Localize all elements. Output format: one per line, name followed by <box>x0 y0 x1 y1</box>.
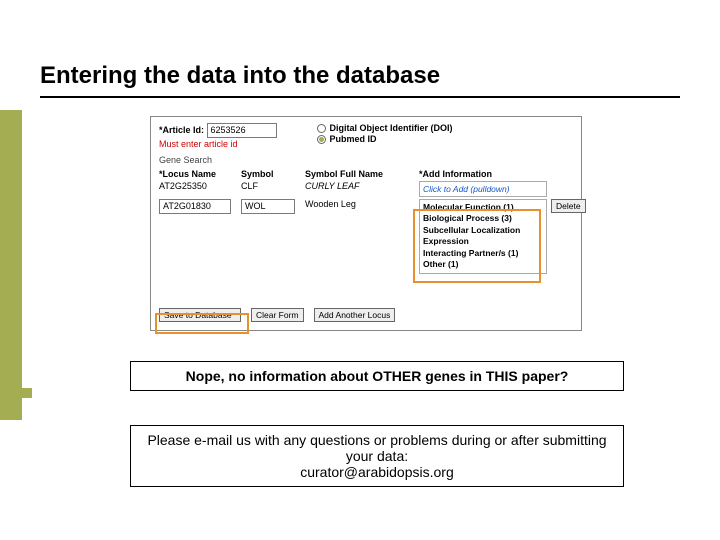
col-locus: *Locus Name <box>159 169 237 179</box>
info-ex[interactable]: Expression <box>423 236 543 247</box>
locus-value: AT2G25350 <box>159 181 237 191</box>
col-addinfo: *Add Information <box>419 169 547 179</box>
gene-search-label: Gene Search <box>159 155 573 165</box>
info-bp[interactable]: Biological Process (3) <box>423 213 543 224</box>
locus-input[interactable]: AT2G01830 <box>159 199 231 214</box>
note-box-2: Please e-mail us with any questions or p… <box>130 425 624 487</box>
info-sl[interactable]: Subcellular Localization <box>423 225 543 236</box>
note-box-1: Nope, no information about OTHER genes i… <box>130 361 624 391</box>
col-symbol: Symbol <box>241 169 301 179</box>
radio-pubmed[interactable] <box>317 135 326 144</box>
radio-doi[interactable] <box>317 124 326 133</box>
fullname-value: Wooden Leg <box>305 199 415 209</box>
accent-square <box>22 388 32 398</box>
table-row: AT2G01830 WOL Wooden Leg Molecular Funct… <box>159 199 573 274</box>
article-id-label: *Article Id: <box>159 125 204 135</box>
page-title: Entering the data into the database <box>40 62 680 98</box>
col-fullname: Symbol Full Name <box>305 169 415 179</box>
fullname-value: CURLY LEAF <box>305 181 415 191</box>
form-panel: *Article Id: 6253526 Must enter article … <box>150 116 582 331</box>
save-button[interactable]: Save to Database <box>159 308 241 322</box>
note-text: Please e-mail us with any questions or p… <box>147 432 606 464</box>
info-ot[interactable]: Other (1) <box>423 259 543 270</box>
radio-pubmed-label: Pubmed ID <box>330 134 377 144</box>
delete-button[interactable]: Delete <box>551 199 586 213</box>
symbol-input[interactable]: WOL <box>241 199 295 214</box>
email-link[interactable]: curator@arabidopsis.org <box>300 464 454 480</box>
info-ip[interactable]: Interacting Partner/s (1) <box>423 248 543 259</box>
accent-bar <box>0 110 22 420</box>
add-info-link[interactable]: Click to Add (pulldown) <box>423 184 510 194</box>
error-message: Must enter article id <box>159 139 277 149</box>
table-row: AT2G25350 CLF CURLY LEAF Click to Add (p… <box>159 181 573 197</box>
info-list: Molecular Function (1) Biological Proces… <box>419 199 547 274</box>
add-locus-button[interactable]: Add Another Locus <box>314 308 396 322</box>
clear-button[interactable]: Clear Form <box>251 308 304 322</box>
radio-doi-label: Digital Object Identifier (DOI) <box>330 123 453 133</box>
info-mf[interactable]: Molecular Function (1) <box>423 202 543 213</box>
symbol-value: CLF <box>241 181 301 191</box>
article-id-input[interactable]: 6253526 <box>207 123 277 138</box>
